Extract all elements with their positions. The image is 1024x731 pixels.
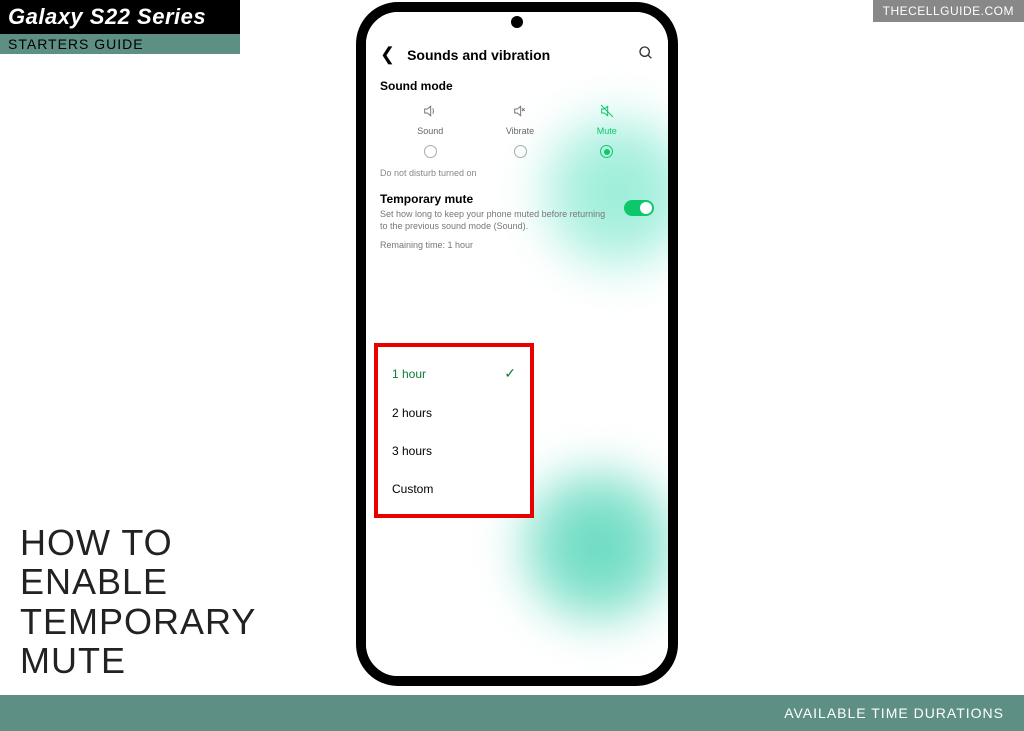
site-badge: THECELLGUIDE.COM [873, 0, 1024, 22]
title-line: HOW TO [20, 523, 256, 563]
sound-mode-mute[interactable]: Mute [597, 103, 617, 158]
title-line: TEMPORARY [20, 602, 256, 642]
option-label: 1 hour [392, 367, 426, 381]
page-title: HOW TO ENABLE TEMPORARY MUTE [20, 523, 256, 681]
title-line: MUTE [20, 641, 256, 681]
search-icon[interactable] [638, 45, 654, 65]
temp-mute-title: Temporary mute [380, 192, 614, 206]
duration-option-1hour[interactable]: 1 hour ✓ [378, 353, 530, 394]
temp-mute-description: Set how long to keep your phone muted be… [380, 209, 614, 232]
sound-mode-sound[interactable]: Sound [417, 103, 443, 158]
speaker-icon [422, 103, 438, 123]
bottom-bar: AVAILABLE TIME DURATIONS [0, 695, 1024, 731]
sound-mode-selector: Sound Vibrate Mute [380, 103, 654, 158]
sound-mode-vibrate[interactable]: Vibrate [506, 103, 534, 158]
title-line: ENABLE [20, 562, 256, 602]
duration-dropdown: 1 hour ✓ 2 hours 3 hours Custom [374, 343, 534, 518]
radio-checked [600, 145, 613, 158]
option-label: 2 hours [392, 406, 432, 420]
vibrate-icon [512, 103, 528, 123]
series-label: Galaxy S22 Series [0, 0, 240, 34]
temp-mute-toggle[interactable] [624, 200, 654, 216]
mode-label: Mute [597, 126, 617, 136]
dnd-status: Do not disturb turned on [380, 168, 654, 178]
phone-screen: ❮ Sounds and vibration Sound mode Sound [366, 12, 668, 676]
mode-label: Vibrate [506, 126, 534, 136]
option-label: 3 hours [392, 444, 432, 458]
check-icon: ✓ [504, 365, 516, 382]
bottom-bar-text: AVAILABLE TIME DURATIONS [784, 705, 1004, 721]
phone-frame: ❮ Sounds and vibration Sound mode Sound [356, 2, 678, 686]
duration-option-custom[interactable]: Custom [378, 470, 530, 508]
camera-hole [511, 16, 523, 28]
sound-mode-label: Sound mode [380, 79, 654, 93]
duration-option-2hours[interactable]: 2 hours [378, 394, 530, 432]
back-icon[interactable]: ❮ [380, 44, 395, 65]
guide-label: STARTERS GUIDE [0, 34, 240, 54]
mute-icon [599, 103, 615, 123]
mode-label: Sound [417, 126, 443, 136]
branding-badge: Galaxy S22 Series STARTERS GUIDE [0, 0, 240, 54]
header-title: Sounds and vibration [407, 47, 638, 63]
duration-option-3hours[interactable]: 3 hours [378, 432, 530, 470]
option-label: Custom [392, 482, 433, 496]
temporary-mute-section: Temporary mute Set how long to keep your… [380, 192, 654, 232]
radio-unchecked [514, 145, 527, 158]
radio-unchecked [424, 145, 437, 158]
settings-header: ❮ Sounds and vibration [366, 34, 668, 79]
remaining-time: Remaining time: 1 hour [380, 240, 654, 250]
